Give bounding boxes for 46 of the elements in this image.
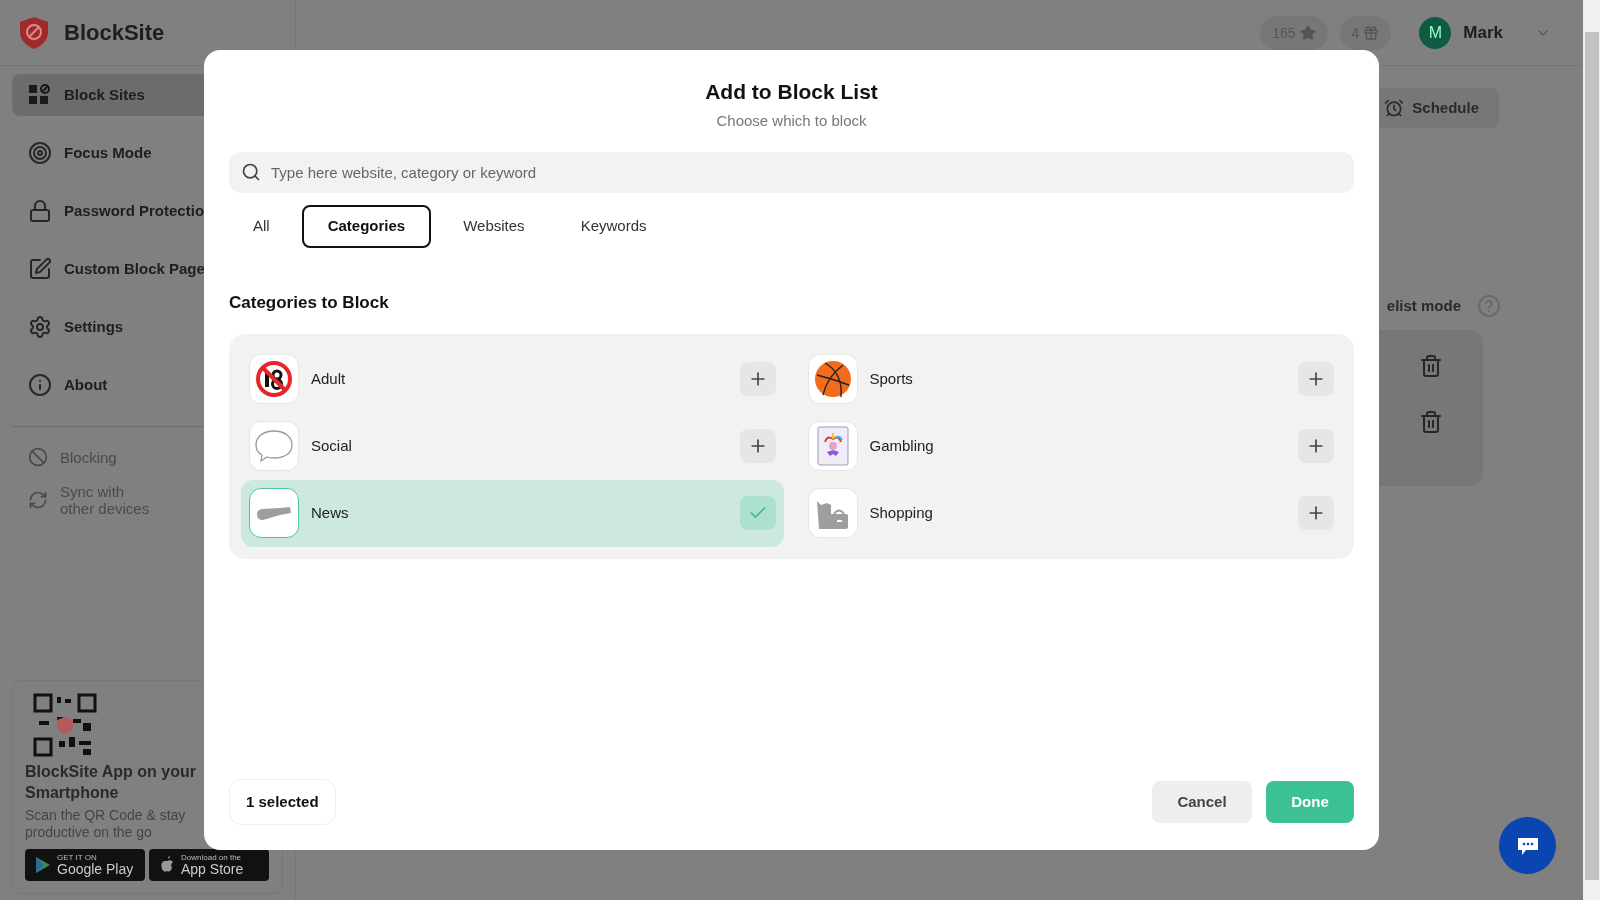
settings-icon	[28, 315, 52, 339]
add-button[interactable]	[739, 362, 776, 396]
speech-bubble-icon	[254, 428, 294, 464]
category-item[interactable]: Social	[241, 412, 784, 480]
tab[interactable]: Categories	[301, 205, 432, 248]
app-name: BlockSite	[64, 19, 165, 47]
user-avatar[interactable]: M	[1419, 16, 1452, 49]
info-icon	[28, 373, 52, 397]
selected-count: 1 selected	[229, 779, 336, 825]
promo-text: Scan the QR Code & stay productive on the go	[25, 807, 187, 841]
qr-code-icon	[33, 693, 97, 757]
blocked-icon	[28, 447, 48, 467]
store-badge[interactable]: Download on the App Store	[149, 849, 269, 881]
add-button[interactable]	[1298, 362, 1334, 396]
category-item[interactable]: Shopping	[799, 479, 1342, 547]
tab[interactable]: Keywords	[556, 205, 671, 248]
category-item[interactable]: News	[241, 479, 784, 547]
promo-title: BlockSite App on your Smartphone	[25, 762, 197, 803]
add-button[interactable]	[739, 429, 776, 463]
store-badge[interactable]: GET IT ON Google Play	[25, 849, 145, 881]
dialog-title: Add to Block List	[705, 79, 878, 105]
mode-label: elist mode	[1386, 295, 1461, 316]
cancel-button[interactable]: Cancel	[1152, 781, 1252, 823]
sync-icon	[28, 490, 48, 510]
search-field[interactable]: Type here website, category or keyword	[229, 152, 1354, 193]
add-button[interactable]	[1298, 496, 1334, 530]
scrollbar[interactable]	[1583, 0, 1600, 900]
user-name[interactable]: Mark	[1463, 19, 1503, 46]
lock-icon	[28, 199, 52, 223]
star-icon	[1299, 24, 1316, 41]
edit-icon	[28, 257, 52, 281]
target-icon	[28, 141, 52, 165]
tab[interactable]: Websites	[439, 205, 549, 248]
alarm-clock-icon	[1384, 98, 1405, 118]
category-item[interactable]: Gambling	[799, 412, 1342, 480]
chat-button[interactable]	[1499, 817, 1556, 874]
category-item[interactable]: Sports	[799, 345, 1342, 413]
search-icon	[241, 162, 261, 182]
add-button[interactable]	[1298, 429, 1334, 463]
gift-icon	[1363, 24, 1380, 41]
dialog-subtitle: Choose which to block	[716, 110, 867, 131]
trash-icon[interactable]	[1419, 410, 1443, 434]
check-button[interactable]	[739, 496, 776, 530]
grid-icon	[28, 83, 52, 107]
jester-card-icon	[816, 426, 849, 466]
trash-icon[interactable]	[1419, 354, 1443, 378]
